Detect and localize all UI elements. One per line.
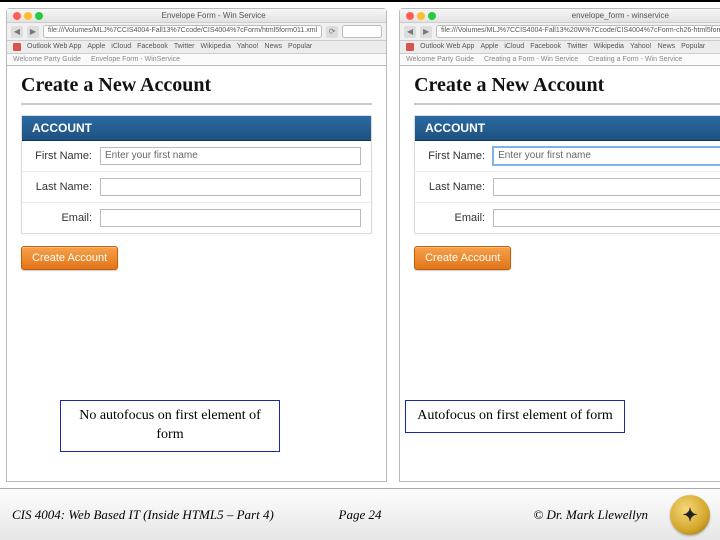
- url-bar[interactable]: file:///Volumes/MLJ%7CCIS4004-Fall13%7Cc…: [43, 25, 322, 38]
- page-title: Create a New Account: [414, 74, 720, 97]
- form-section-header: ACCOUNT: [415, 116, 720, 141]
- close-icon[interactable]: [13, 12, 21, 20]
- bookmark-icon: [13, 43, 21, 51]
- titlebar: Envelope Form - Win Service: [7, 9, 386, 23]
- close-icon[interactable]: [406, 12, 414, 20]
- footer-copyright: © Dr. Mark Llewellyn: [533, 507, 648, 523]
- tab[interactable]: Welcome Party Guide: [13, 56, 81, 63]
- back-icon[interactable]: ◀: [11, 26, 23, 38]
- field-row-email: Email:: [415, 203, 720, 233]
- last-name-label: Last Name:: [425, 181, 493, 193]
- forward-icon[interactable]: ▶: [27, 26, 39, 38]
- zoom-icon[interactable]: [35, 12, 43, 20]
- form-section-header: ACCOUNT: [22, 116, 371, 141]
- url-row: ◀ ▶ file:///Volumes/MLJ%7CCIS4004-Fall13…: [400, 23, 720, 41]
- form-card: ACCOUNT First Name: Enter your first nam…: [414, 115, 720, 234]
- window-controls: [406, 12, 436, 20]
- bookmark-item[interactable]: News: [265, 43, 283, 51]
- ucf-logo-icon: ✦: [670, 495, 710, 535]
- form-card: ACCOUNT First Name: Enter your first nam…: [21, 115, 372, 234]
- bookmark-item[interactable]: Twitter: [567, 43, 588, 51]
- titlebar: envelope_form - winservice: [400, 9, 720, 23]
- first-name-input[interactable]: Enter your first name: [100, 147, 361, 165]
- bookmark-item[interactable]: iCloud: [504, 43, 524, 51]
- email-label: Email:: [32, 212, 100, 224]
- footer-course: CIS 4004: Web Based IT (Inside HTML5 – P…: [12, 507, 274, 523]
- field-row-first-name: First Name: Enter your first name: [22, 141, 371, 172]
- bookmark-item[interactable]: Facebook: [137, 43, 168, 51]
- email-input[interactable]: [493, 209, 720, 227]
- url-bar[interactable]: file:///Volumes/MLJ%7CCIS4004-Fall13%20W…: [436, 25, 720, 38]
- browser-chrome-right: envelope_form - winservice ◀ ▶ file:///V…: [399, 8, 720, 66]
- bookmarks-bar: Outlook Web App Apple iCloud Facebook Tw…: [400, 41, 720, 54]
- slide-footer: CIS 4004: Web Based IT (Inside HTML5 – P…: [0, 488, 720, 540]
- create-account-button[interactable]: Create Account: [414, 246, 511, 270]
- title-underline: [21, 103, 372, 105]
- url-row: ◀ ▶ file:///Volumes/MLJ%7CCIS4004-Fall13…: [7, 23, 386, 41]
- tab[interactable]: Creating a Form - Win Service: [588, 56, 682, 63]
- bookmark-item[interactable]: Yahoo!: [630, 43, 652, 51]
- search-box[interactable]: [342, 25, 382, 38]
- bookmark-item[interactable]: News: [658, 43, 676, 51]
- page-title: Create a New Account: [21, 74, 372, 97]
- footer-page: Page 24: [339, 507, 382, 523]
- last-name-label: Last Name:: [32, 181, 100, 193]
- bookmarks-bar: Outlook Web App Apple iCloud Facebook Tw…: [7, 41, 386, 54]
- field-row-email: Email:: [22, 203, 371, 233]
- bookmark-item[interactable]: Wikipedia: [201, 43, 231, 51]
- minimize-icon[interactable]: [24, 12, 32, 20]
- bookmark-item[interactable]: Popular: [288, 43, 312, 51]
- email-input[interactable]: [100, 209, 361, 227]
- tab[interactable]: Welcome Party Guide: [406, 56, 474, 63]
- bookmark-item[interactable]: Yahoo!: [237, 43, 259, 51]
- tab-strip: Welcome Party Guide Envelope Form - WinS…: [7, 54, 386, 65]
- caption-right: Autofocus on first element of form: [405, 400, 625, 433]
- last-name-input[interactable]: [100, 178, 361, 196]
- create-account-button[interactable]: Create Account: [21, 246, 118, 270]
- field-row-first-name: First Name: Enter your first name: [415, 141, 720, 172]
- title-underline: [414, 103, 720, 105]
- bookmark-item[interactable]: Wikipedia: [594, 43, 624, 51]
- bookmark-item[interactable]: Apple: [87, 43, 105, 51]
- forward-icon[interactable]: ▶: [420, 26, 432, 38]
- last-name-input[interactable]: [493, 178, 720, 196]
- bookmark-icon: [406, 43, 414, 51]
- minimize-icon[interactable]: [417, 12, 425, 20]
- reload-icon[interactable]: ⟳: [326, 26, 338, 38]
- field-row-last-name: Last Name:: [415, 172, 720, 203]
- caption-left: No autofocus on first element of form: [60, 400, 280, 452]
- tab[interactable]: Envelope Form - WinService: [91, 56, 180, 63]
- first-name-label: First Name:: [425, 150, 493, 162]
- bookmark-item[interactable]: Facebook: [530, 43, 561, 51]
- bookmark-item[interactable]: iCloud: [111, 43, 131, 51]
- zoom-icon[interactable]: [428, 12, 436, 20]
- window-controls: [13, 12, 43, 20]
- bookmark-item[interactable]: Apple: [480, 43, 498, 51]
- email-label: Email:: [425, 212, 493, 224]
- back-icon[interactable]: ◀: [404, 26, 416, 38]
- window-title: Envelope Form - Win Service: [47, 11, 380, 20]
- bookmark-item[interactable]: Outlook Web App: [420, 43, 474, 51]
- window-title: envelope_form - winservice: [440, 11, 720, 20]
- first-name-input[interactable]: Enter your first name: [493, 147, 720, 165]
- bookmark-item[interactable]: Twitter: [174, 43, 195, 51]
- bookmark-item[interactable]: Outlook Web App: [27, 43, 81, 51]
- bookmark-item[interactable]: Popular: [681, 43, 705, 51]
- first-name-label: First Name:: [32, 150, 100, 162]
- browser-chrome-left: Envelope Form - Win Service ◀ ▶ file:///…: [6, 8, 387, 66]
- field-row-last-name: Last Name:: [22, 172, 371, 203]
- tab[interactable]: Creating a Form - Win Service: [484, 56, 578, 63]
- tab-strip: Welcome Party Guide Creating a Form - Wi…: [400, 54, 720, 65]
